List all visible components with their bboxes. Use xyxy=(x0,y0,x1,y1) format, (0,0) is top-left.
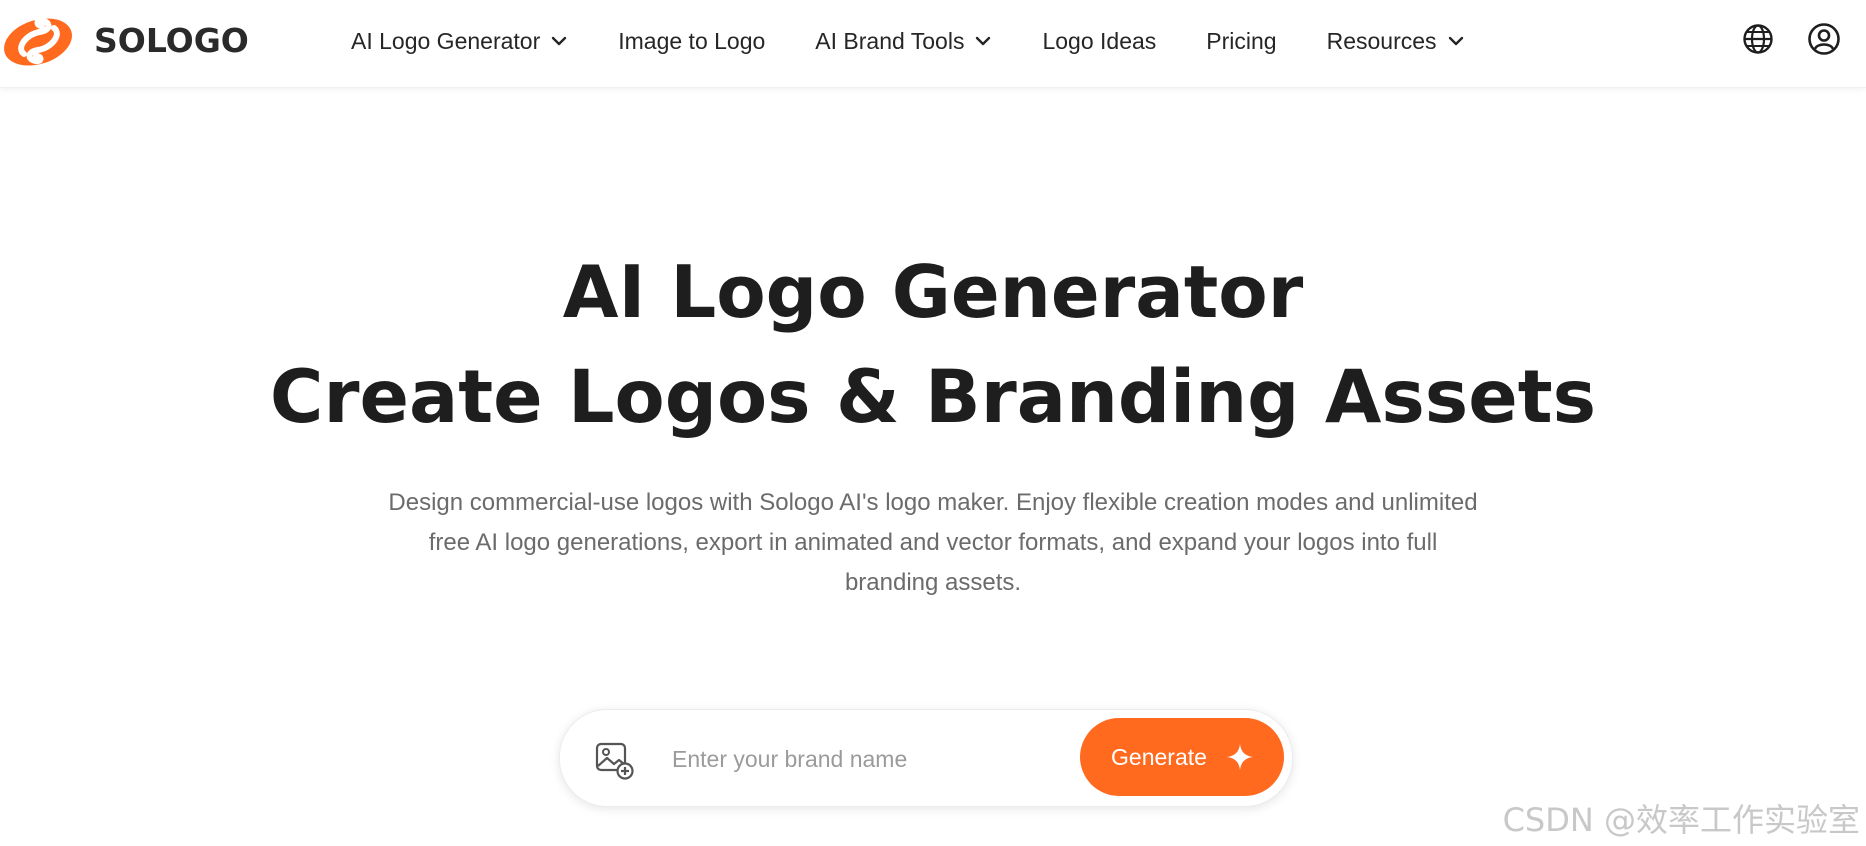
hero-title-line-1: AI Logo Generator xyxy=(562,250,1304,334)
nav-item-label: AI Brand Tools xyxy=(815,27,965,54)
page: SOLOGO AI Logo Generator Image to Logo A… xyxy=(0,0,1866,846)
watermark-text: CSDN @效率工作实验室 xyxy=(1502,801,1860,839)
sologo-logo[interactable]: SOLOGO xyxy=(2,8,249,72)
nav-item-label: Logo Ideas xyxy=(1042,27,1157,54)
hero-title-line-2: Create Logos & Branding Assets xyxy=(269,355,1597,440)
chevron-down-icon xyxy=(552,36,567,46)
chevron-down-icon xyxy=(1448,36,1463,46)
nav-item-label: Resources xyxy=(1326,27,1437,54)
brand-name-input[interactable] xyxy=(670,734,1024,784)
nav-resources[interactable]: Resources xyxy=(1327,28,1465,55)
nav-item-label: Pricing xyxy=(1206,27,1277,54)
sparkle-icon xyxy=(1226,744,1253,770)
account-icon[interactable] xyxy=(1807,22,1841,56)
nav-image-to-logo[interactable]: Image to Logo xyxy=(618,28,765,55)
brand-generator-bar: Generate xyxy=(559,709,1293,807)
nav-item-label: Image to Logo xyxy=(618,27,766,54)
image-add-icon[interactable] xyxy=(594,740,634,780)
generate-button-label: Generate xyxy=(1111,743,1207,770)
nav-logo-ideas[interactable]: Logo Ideas xyxy=(1042,28,1156,55)
main-nav: AI Logo Generator Image to Logo AI Brand… xyxy=(351,0,1515,82)
nav-ai-brand-tools[interactable]: AI Brand Tools xyxy=(815,28,992,55)
nav-pricing[interactable]: Pricing xyxy=(1206,28,1276,55)
globe-icon[interactable] xyxy=(1741,22,1775,56)
chevron-down-icon xyxy=(976,36,991,46)
nav-item-label: AI Logo Generator xyxy=(351,27,541,54)
generate-button[interactable]: Generate xyxy=(1080,718,1284,796)
brand-wordmark: SOLOGO xyxy=(94,20,249,60)
sologo-swirl-icon xyxy=(4,16,72,66)
hero-subtitle: Design commercial-use logos with Sologo … xyxy=(388,489,1478,596)
nav-ai-logo-generator[interactable]: AI Logo Generator xyxy=(351,28,568,55)
top-navbar: SOLOGO AI Logo Generator Image to Logo A… xyxy=(0,0,1866,88)
